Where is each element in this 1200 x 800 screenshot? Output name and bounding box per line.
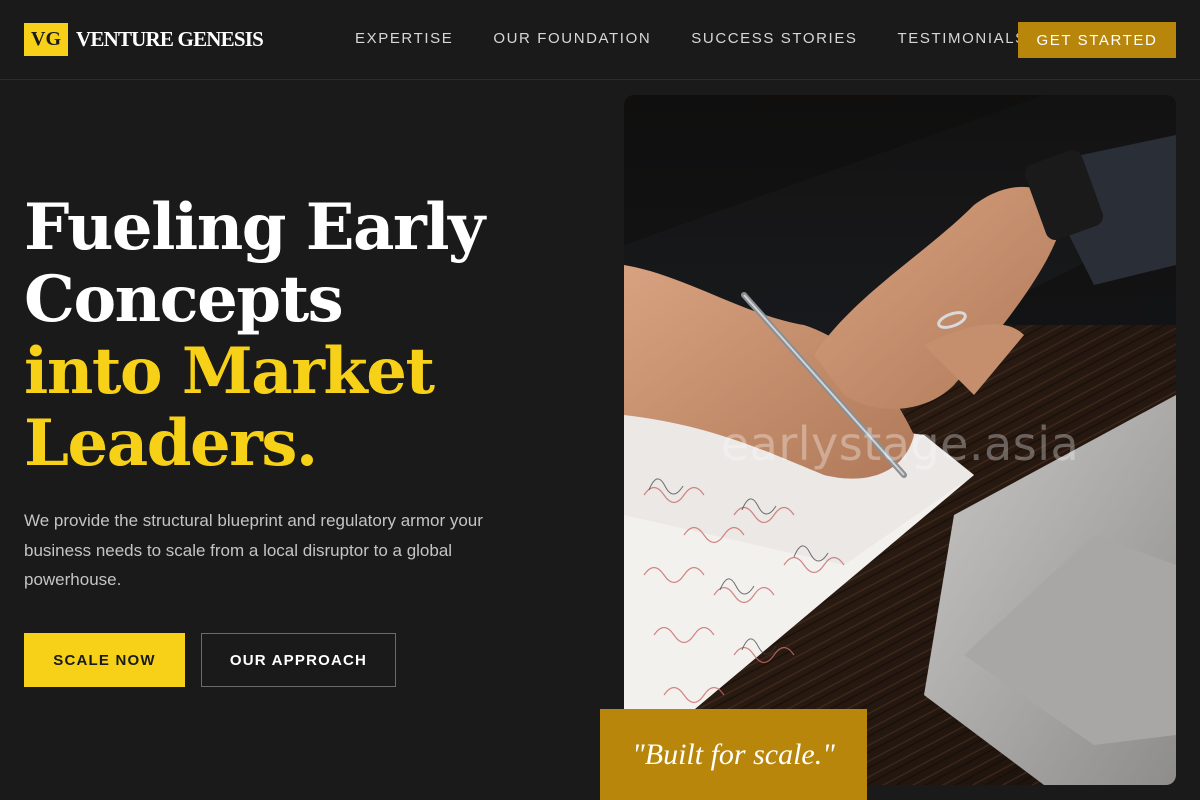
nav-link-testimonials[interactable]: TESTIMONIALS	[898, 30, 1027, 47]
hero-title: Fueling Early Concepts into Market Leade…	[24, 192, 584, 480]
hero-title-line-3: into Market	[24, 334, 435, 409]
nav-link-expertise[interactable]: EXPERTISE	[355, 30, 453, 47]
our-approach-button[interactable]: OUR APPROACH	[201, 633, 396, 687]
vg-logo-icon: VG	[24, 23, 68, 56]
nav-link-our-foundation[interactable]: OUR FOUNDATION	[493, 30, 651, 47]
page: VG VENTURE GENESIS EXPERTISE OUR FOUNDAT…	[0, 0, 1200, 800]
main-nav: EXPERTISE OUR FOUNDATION SUCCESS STORIES…	[355, 30, 1067, 47]
site-header: VG VENTURE GENESIS EXPERTISE OUR FOUNDAT…	[0, 0, 1200, 80]
hero-image: earlystage.asia	[624, 95, 1176, 785]
quote-badge: "Built for scale."	[600, 709, 867, 800]
hero-title-line-4: Leaders.	[24, 406, 318, 481]
brand-logo[interactable]: VG VENTURE GENESIS	[24, 23, 264, 56]
brand-name: VENTURE GENESIS	[76, 27, 264, 51]
get-started-button[interactable]: GET STARTED	[1018, 22, 1176, 58]
hero-description: We provide the structural blueprint and …	[24, 511, 483, 589]
hero-title-line-1: Fueling Early	[24, 190, 485, 265]
scale-now-button[interactable]: SCALE NOW	[24, 633, 185, 687]
nav-link-success-stories[interactable]: SUCCESS STORIES	[691, 30, 857, 47]
hero-title-line-2: Concepts	[24, 262, 344, 337]
quote-text: "Built for scale."	[632, 737, 835, 771]
image-watermark: earlystage.asia	[720, 417, 1080, 471]
